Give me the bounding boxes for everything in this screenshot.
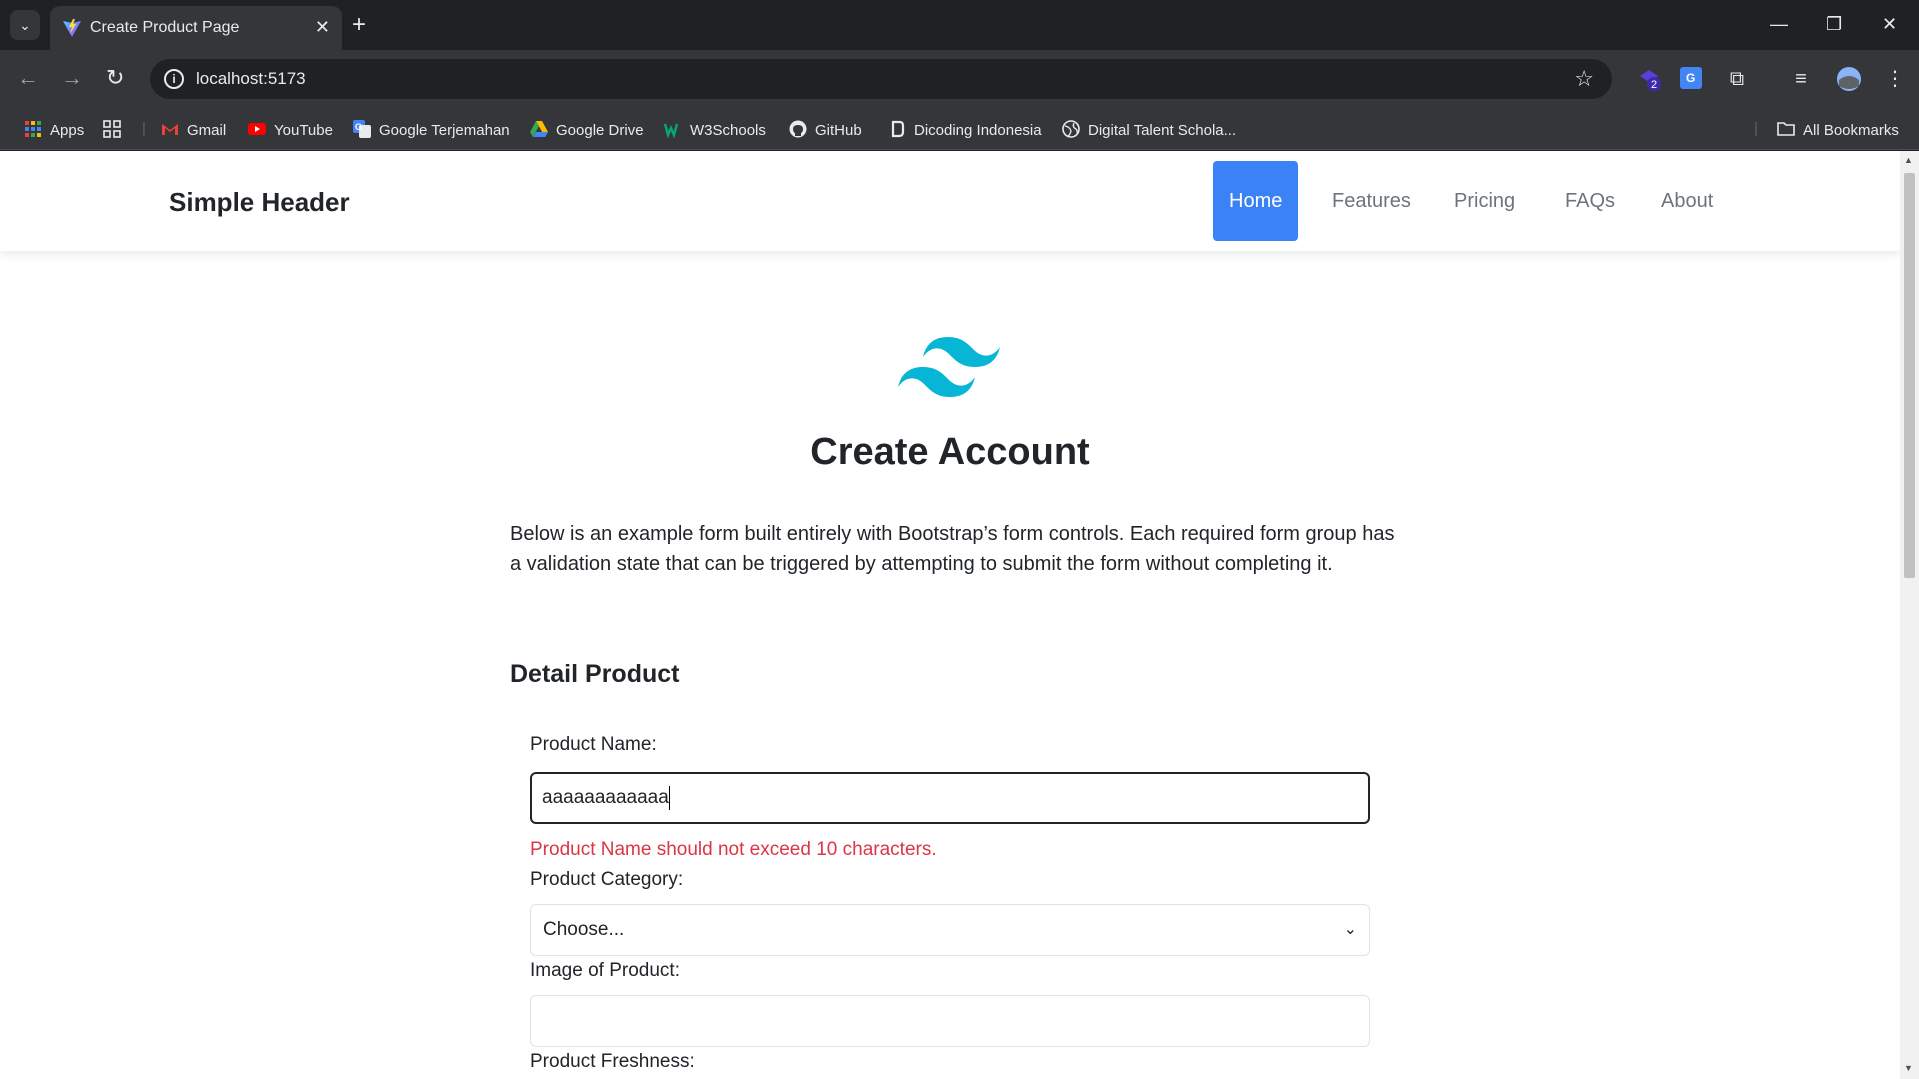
svg-text:G: G xyxy=(355,122,362,132)
tab-title: Create Product Page xyxy=(90,19,240,36)
tab-search-chevron-icon[interactable]: ⌄ xyxy=(10,10,40,40)
lead-paragraph: Below is an example form built entirely … xyxy=(510,523,1395,575)
bookmark-label: Google Terjemahan xyxy=(379,122,510,139)
back-icon[interactable]: ← xyxy=(17,66,39,90)
bookmark-label: Apps xyxy=(50,122,85,139)
section-title: Detail Product xyxy=(510,660,680,688)
bookmark-digital-talent[interactable]: Digital Talent Schola... xyxy=(1062,120,1236,139)
bookmarks-bar: Apps | Gmail YouTube G Google Terjemahan … xyxy=(0,108,1919,150)
bookmark-gmail[interactable]: Gmail xyxy=(161,120,226,139)
address-bar[interactable]: i localhost:5173 ☆ xyxy=(150,59,1612,99)
more-menu-icon[interactable]: ⋮ xyxy=(1882,66,1908,92)
nav-pricing[interactable]: Pricing xyxy=(1438,161,1531,241)
bookmark-label: GitHub xyxy=(815,122,862,139)
bookmark-google-drive[interactable]: Google Drive xyxy=(530,120,644,139)
all-bookmarks-label: All Bookmarks xyxy=(1803,122,1899,139)
browser-tab-bar: ⌄ Create Product Page ✕ + — ❐ ✕ xyxy=(0,0,1919,50)
github-icon xyxy=(789,120,807,138)
bookmark-separator: | xyxy=(1754,120,1758,137)
bookmark-label: Google Drive xyxy=(556,122,644,139)
page-viewport: Simple Header Home Features Pricing FAQs… xyxy=(0,151,1900,1079)
image-of-product-input[interactable] xyxy=(530,995,1370,1047)
product-name-error: Product Name should not exceed 10 charac… xyxy=(530,839,937,860)
tab-groups-icon[interactable] xyxy=(103,120,129,139)
image-of-product-label: Image of Product: xyxy=(530,960,680,981)
tailwind-logo-icon xyxy=(898,337,1000,397)
site-info-icon[interactable]: i xyxy=(164,69,184,89)
bookmark-w3schools[interactable]: W3Schools xyxy=(664,120,766,139)
nav-home[interactable]: Home xyxy=(1213,161,1299,241)
new-tab-icon[interactable]: + xyxy=(352,12,366,38)
reload-icon[interactable]: ↻ xyxy=(106,66,124,90)
scroll-up-arrow-icon[interactable]: ▲ xyxy=(1904,155,1913,165)
bookmark-label: Dicoding Indonesia xyxy=(914,122,1042,139)
translate-icon: G xyxy=(353,120,371,138)
extension-badge-count: 2 xyxy=(1651,79,1657,91)
nav-features[interactable]: Features xyxy=(1316,161,1427,241)
url-text[interactable]: localhost:5173 xyxy=(196,69,306,89)
product-name-label: Product Name: xyxy=(530,734,657,755)
site-header: Simple Header Home Features Pricing FAQs… xyxy=(0,151,1900,251)
product-category-select[interactable]: Choose... ⌄ xyxy=(530,904,1370,956)
bookmark-dicoding[interactable]: Dicoding Indonesia xyxy=(888,120,1042,139)
scroll-down-arrow-icon[interactable]: ▼ xyxy=(1904,1063,1913,1073)
w3schools-icon xyxy=(664,123,679,138)
bookmark-star-icon[interactable]: ☆ xyxy=(1574,66,1594,92)
scrollbar-thumb[interactable] xyxy=(1904,173,1915,578)
nav-faqs[interactable]: FAQs xyxy=(1549,161,1631,241)
profile-avatar-icon[interactable] xyxy=(1836,66,1862,92)
bookmark-youtube[interactable]: YouTube xyxy=(248,120,333,139)
category-selected-value: Choose... xyxy=(543,919,625,940)
restore-icon[interactable]: ❐ xyxy=(1826,12,1842,36)
brand-title[interactable]: Simple Header xyxy=(169,187,350,218)
forward-icon[interactable]: → xyxy=(61,66,83,90)
chevron-down-icon: ⌄ xyxy=(1343,921,1357,938)
close-window-icon[interactable]: ✕ xyxy=(1882,12,1897,36)
text-caret xyxy=(668,785,670,810)
extensions-puzzle-icon[interactable]: ⧉ xyxy=(1724,66,1750,92)
vite-favicon-icon xyxy=(63,19,81,37)
bookmark-github[interactable]: GitHub xyxy=(789,120,862,139)
bookmark-label: W3Schools xyxy=(690,122,766,139)
bookmark-separator: | xyxy=(142,120,146,137)
product-name-value: aaaaaaaaaaaa xyxy=(542,787,669,808)
folder-icon xyxy=(1777,122,1795,136)
all-bookmarks-button[interactable]: All Bookmarks xyxy=(1777,120,1899,139)
apps-grid-icon xyxy=(25,121,41,137)
drive-icon xyxy=(530,121,548,137)
browser-tab[interactable]: Create Product Page ✕ xyxy=(50,6,342,50)
minimize-icon[interactable]: — xyxy=(1770,12,1788,36)
youtube-icon xyxy=(248,123,266,135)
product-category-label: Product Category: xyxy=(530,869,684,890)
bookmark-apps[interactable]: Apps xyxy=(24,120,84,139)
bookmark-google-terjemahan[interactable]: G Google Terjemahan xyxy=(353,120,510,139)
gmail-icon xyxy=(162,124,178,135)
page-title: Create Account xyxy=(810,431,1090,473)
product-freshness-label: Product Freshness: xyxy=(530,1051,695,1072)
extension-badge-icon[interactable]: 2 xyxy=(1636,66,1662,92)
bookmark-label: YouTube xyxy=(274,122,333,139)
translate-extension-icon[interactable]: G xyxy=(1678,66,1704,92)
dicoding-icon xyxy=(891,120,905,138)
media-control-icon[interactable]: ≡ xyxy=(1788,66,1814,92)
bookmark-label: Digital Talent Schola... xyxy=(1088,122,1237,139)
product-name-input[interactable]: aaaaaaaaaaaa xyxy=(530,772,1370,824)
nav-about[interactable]: About xyxy=(1645,161,1729,241)
tab-close-icon[interactable]: ✕ xyxy=(315,17,330,37)
bookmark-label: Gmail xyxy=(187,122,227,139)
vertical-scrollbar[interactable]: ▲ ▼ xyxy=(1900,151,1919,1079)
browser-toolbar: ← → ↻ i localhost:5173 ☆ 2 G ⧉ ≡ ⋮ xyxy=(0,50,1919,108)
svg-text:G: G xyxy=(1686,71,1695,85)
globe-icon xyxy=(1062,120,1080,138)
